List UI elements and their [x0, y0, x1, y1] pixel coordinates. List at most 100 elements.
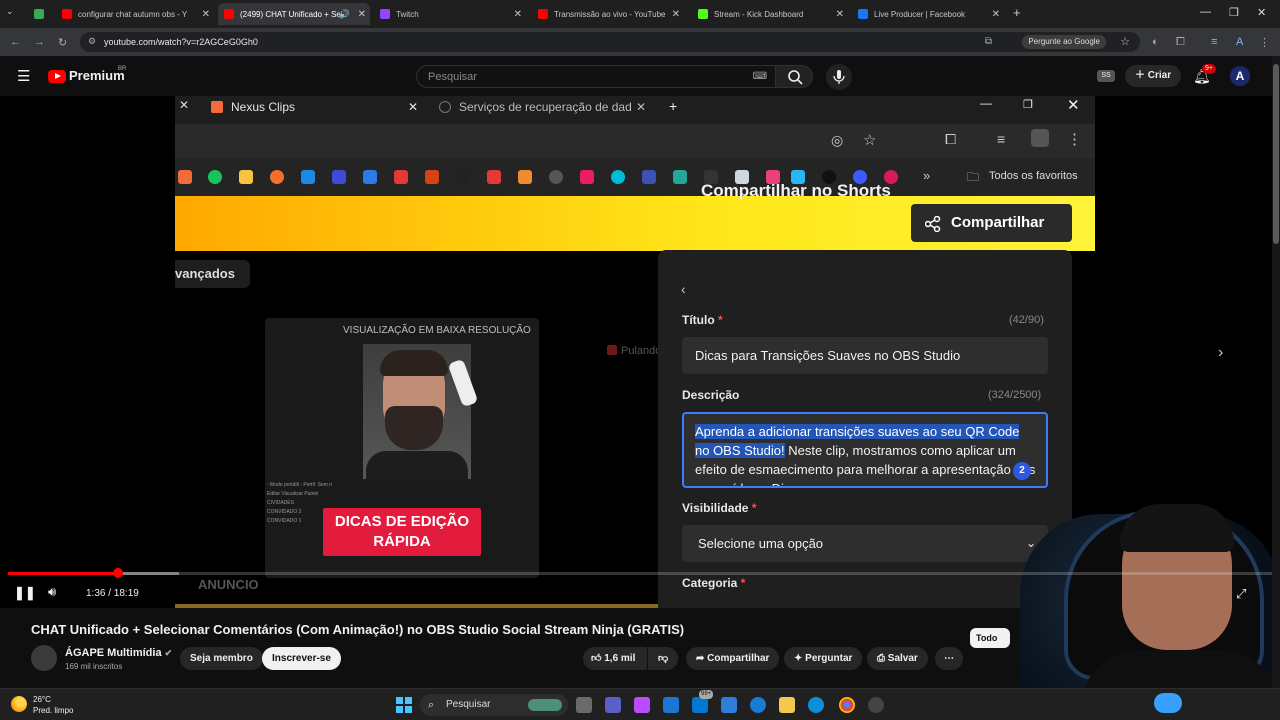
- dislike-button[interactable]: 👎︎: [648, 647, 678, 670]
- profile-icon[interactable]: A: [1236, 36, 1243, 48]
- more-actions-button[interactable]: ⋯: [935, 647, 963, 670]
- address-bar[interactable]: ⚙ youtube.com/watch?v=r2AGCeG0Gh0 ⧉ Perg…: [80, 32, 1140, 52]
- avatar-badge[interactable]: SS: [1097, 70, 1115, 82]
- photos-icon[interactable]: [721, 697, 737, 713]
- create-button[interactable]: ＋ Criar: [1125, 65, 1182, 87]
- reload-icon[interactable]: ↻: [58, 36, 67, 49]
- obs-icon[interactable]: [868, 697, 884, 713]
- dicas-line2: RÁPIDA: [373, 533, 431, 550]
- captured-minimize-icon: —: [980, 96, 992, 110]
- tab-chat-unificado[interactable]: (2499) CHAT Unificado + Se 🔊 ✕: [218, 3, 370, 25]
- thumbs-down-icon: 👎︎: [658, 653, 669, 664]
- hamburger-menu-icon[interactable]: ☰: [17, 67, 30, 85]
- volume-icon[interactable]: 🔊︎: [48, 584, 56, 600]
- close-tab-icon[interactable]: ✕: [202, 9, 210, 20]
- file-explorer-icon[interactable]: [779, 697, 795, 713]
- voice-search-button[interactable]: [826, 64, 852, 90]
- close-tab-icon[interactable]: ✕: [992, 9, 1000, 20]
- reading-list-icon[interactable]: ≡: [1211, 36, 1217, 48]
- new-tab-icon[interactable]: +: [1013, 5, 1021, 20]
- tab-title: Live Producer | Facebook: [874, 9, 966, 19]
- install-app-icon[interactable]: ⧉: [985, 36, 992, 47]
- pause-icon[interactable]: ❚❚: [14, 585, 36, 601]
- teams-icon[interactable]: [605, 697, 621, 713]
- dicas-line1: DICAS DE EDIÇÃO: [334, 513, 470, 530]
- close-window-icon[interactable]: ✕: [1257, 6, 1266, 19]
- taskbar-search[interactable]: ⌕ Pesquisar: [420, 694, 568, 716]
- chrome-icon[interactable]: [839, 697, 855, 713]
- channel-avatar[interactable]: [31, 645, 57, 671]
- tab-favicon-icon: [34, 9, 44, 19]
- filter-chip-all[interactable]: Todo: [970, 628, 1010, 648]
- save-button-label: Salvar: [887, 653, 918, 664]
- close-tab-icon[interactable]: ✕: [672, 9, 680, 20]
- speaker-icon[interactable]: 🔊: [339, 9, 350, 20]
- star-icon: ☆: [863, 132, 877, 149]
- task-view-icon[interactable]: [576, 697, 592, 713]
- keyboard-icon[interactable]: ⌨: [753, 71, 767, 82]
- low-res-label: VISUALIZAÇÃO EM BAIXA RESOLUÇÃO: [343, 325, 531, 336]
- weather-icon[interactable]: [11, 696, 27, 712]
- globe-icon: [439, 101, 451, 113]
- tab-kick[interactable]: Stream - Kick Dashboard ✕: [692, 3, 848, 25]
- extension-icon[interactable]: ◐: [1152, 36, 1159, 48]
- face-body: [366, 451, 468, 479]
- tab-title: configurar chat autumn obs - Y: [78, 9, 188, 19]
- windows-start-icon[interactable]: [396, 697, 412, 713]
- search-button[interactable]: [775, 65, 813, 88]
- search-input[interactable]: Pesquisar ⌨: [416, 65, 776, 88]
- ask-button[interactable]: ✦ Perguntar: [784, 647, 863, 670]
- tab-list-icon[interactable]: ⌄: [6, 6, 14, 17]
- scrollbar-thumb[interactable]: [1273, 64, 1279, 244]
- page-scrollbar[interactable]: [1272, 56, 1280, 688]
- fullscreen-icon[interactable]: ⤢: [1236, 586, 1246, 602]
- tab-transmissao[interactable]: Transmissão ao vivo - YouTube ✕: [532, 3, 684, 25]
- channel-name[interactable]: ÁGAPE Multimídia ✔: [65, 647, 172, 659]
- youtube-premium-logo[interactable]: Premium: [69, 68, 125, 83]
- chrome-menu-icon[interactable]: ⋮: [1259, 36, 1270, 49]
- back-icon[interactable]: ←: [10, 36, 21, 48]
- extensions-puzzle-icon[interactable]: ⧠: [1176, 36, 1185, 49]
- edge-dev-icon[interactable]: [808, 697, 824, 713]
- onedrive-cloud-icon[interactable]: [1154, 693, 1182, 713]
- edge-icon[interactable]: [750, 697, 766, 713]
- more-horizontal-icon: ⋯: [944, 653, 954, 664]
- youtube-favicon-icon: [62, 9, 72, 19]
- queue-icon: ≡: [997, 131, 1006, 147]
- microphone-icon: [833, 70, 845, 84]
- ask-button-label: Perguntar: [805, 653, 853, 664]
- skip-icon: [607, 345, 617, 355]
- like-button[interactable]: 👍︎ 1,6 mil: [583, 647, 647, 670]
- subscribe-button[interactable]: Inscrever-se: [262, 647, 341, 670]
- nexus-favicon-icon: [211, 101, 223, 113]
- forward-icon[interactable]: →: [34, 36, 45, 48]
- weather-widget[interactable]: 26°C Pred. limpo: [33, 694, 73, 716]
- sparkle-icon: ✦: [794, 653, 806, 664]
- restore-icon[interactable]: ❐: [1229, 6, 1239, 19]
- account-avatar[interactable]: A: [1230, 66, 1250, 86]
- mail-count-badge: 99+: [699, 690, 714, 699]
- site-info-icon[interactable]: ⚙: [88, 36, 96, 47]
- more-bookmarks-icon: »: [923, 168, 931, 183]
- captured-toolbar: ◎ ☆ ⧠ ≡ ⋮: [175, 124, 1095, 158]
- tab-pinned[interactable]: [28, 3, 50, 25]
- close-tab-icon[interactable]: ✕: [358, 9, 366, 20]
- outlook-icon[interactable]: [692, 697, 708, 713]
- bookmark-star-icon[interactable]: ☆: [1120, 35, 1130, 48]
- close-tab-icon[interactable]: ✕: [836, 9, 844, 20]
- title-char-count: (42/90): [1009, 314, 1044, 326]
- store-icon[interactable]: [663, 697, 679, 713]
- copilot-icon[interactable]: [634, 697, 650, 713]
- minimize-icon[interactable]: —: [1200, 6, 1211, 18]
- ask-google-button[interactable]: Pergunte ao Google: [1022, 35, 1106, 49]
- save-button[interactable]: ⎙ Salvar: [867, 647, 928, 670]
- tab-twitch[interactable]: Twitch ✕: [374, 3, 526, 25]
- tab-configurar-chat[interactable]: configurar chat autumn obs - Y ✕: [56, 3, 214, 25]
- youtube-logo-icon[interactable]: [48, 70, 66, 83]
- share-button[interactable]: ➦ Compartilhar: [686, 647, 780, 670]
- join-button[interactable]: Seja membro: [180, 647, 263, 670]
- share-label: Compartilhar: [951, 214, 1045, 231]
- tab-facebook[interactable]: Live Producer | Facebook ✕: [852, 3, 1004, 25]
- progress-bar[interactable]: [8, 572, 1272, 575]
- close-tab-icon[interactable]: ✕: [514, 9, 522, 20]
